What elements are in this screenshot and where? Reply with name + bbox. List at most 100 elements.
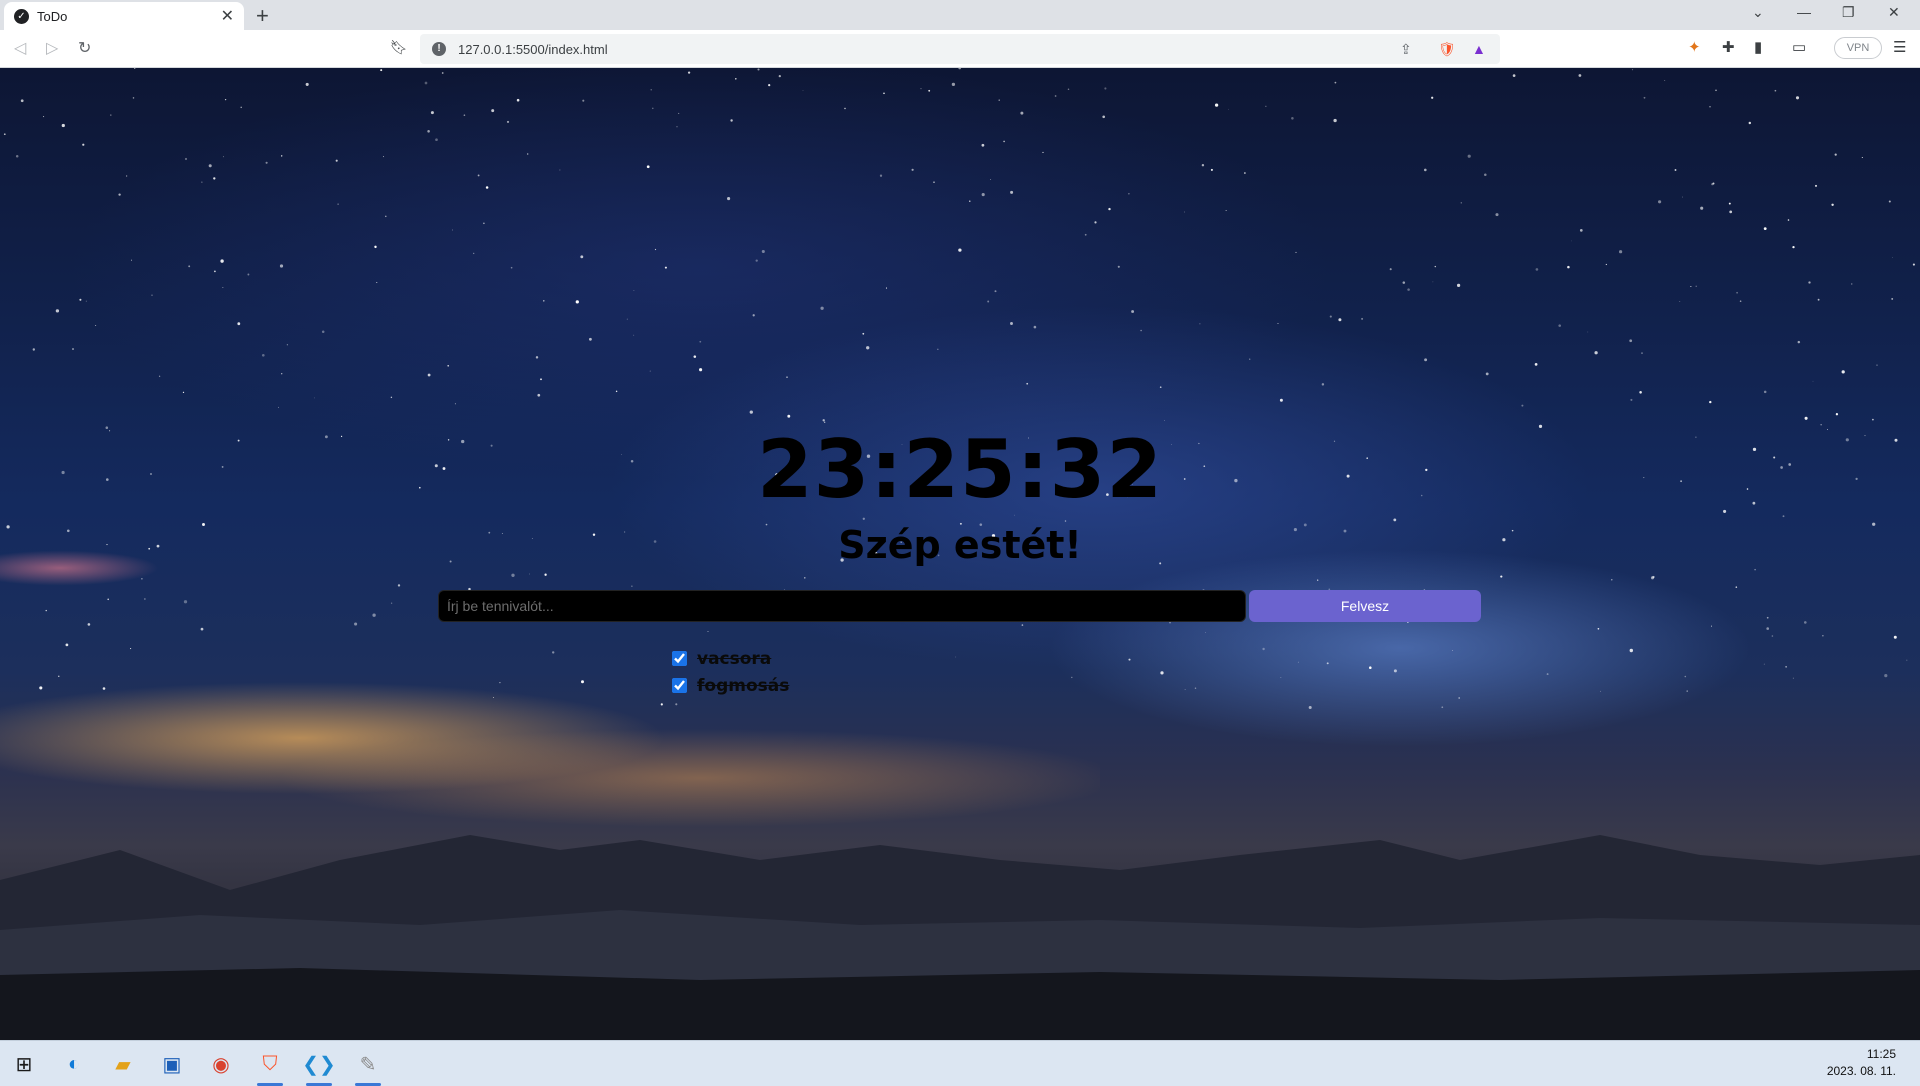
star: [885, 287, 888, 289]
store-icon[interactable]: ▣: [156, 1048, 188, 1080]
star: [1876, 364, 1878, 366]
star: [510, 266, 513, 269]
system-clock[interactable]: 11:25 2023. 08. 11.: [1827, 1046, 1896, 1080]
vscode-icon[interactable]: ❮❯: [302, 1048, 336, 1086]
star: [1629, 648, 1634, 653]
paint-icon[interactable]: ✎: [352, 1048, 384, 1086]
star: [1728, 202, 1731, 205]
star: [1792, 245, 1795, 249]
star: [1117, 265, 1120, 268]
bookmark-icon[interactable]: 🔖︎: [390, 39, 408, 56]
star: [755, 259, 758, 262]
star: [1797, 340, 1801, 344]
star: [1064, 520, 1067, 522]
brave-icon[interactable]: ⛉: [254, 1048, 286, 1086]
star: [132, 97, 135, 99]
star: [1639, 391, 1642, 394]
sidebar-icon[interactable]: ▮: [1754, 38, 1762, 56]
star: [862, 517, 865, 520]
star: [1003, 140, 1005, 143]
star: [385, 215, 387, 218]
todo-checkbox[interactable]: [672, 678, 687, 693]
list-item: vacsora: [672, 645, 789, 672]
star: [1884, 674, 1888, 678]
star: [1763, 663, 1765, 665]
star: [1629, 339, 1633, 343]
star: [1766, 616, 1769, 619]
star: [1334, 81, 1337, 84]
minimize-button[interactable]: —: [1797, 4, 1811, 20]
windows-start-icon[interactable]: ⊞: [8, 1048, 40, 1080]
star: [1402, 281, 1406, 284]
chrome-icon[interactable]: ◉: [205, 1048, 237, 1080]
star: [483, 222, 485, 225]
star: [1735, 586, 1738, 588]
star: [1546, 673, 1549, 676]
star: [473, 252, 475, 255]
star: [1835, 413, 1839, 416]
star: [1594, 351, 1598, 355]
star: [1160, 671, 1164, 675]
edge-icon[interactable]: ◐: [58, 1048, 90, 1080]
wallet-icon[interactable]: ▭: [1792, 38, 1806, 56]
star: [543, 300, 545, 302]
vpn-button[interactable]: VPN: [1834, 37, 1882, 59]
star: [1632, 69, 1634, 71]
star: [699, 368, 703, 372]
star: [1140, 329, 1142, 332]
close-window-button[interactable]: ✕: [1888, 4, 1900, 21]
star: [652, 107, 654, 110]
list-item: fogmosás: [672, 672, 789, 699]
todo-input[interactable]: [438, 590, 1246, 622]
star: [633, 290, 635, 291]
file-explorer-icon[interactable]: ▰: [107, 1048, 139, 1080]
star: [920, 87, 922, 90]
metamask-icon[interactable]: ✦: [1688, 38, 1701, 56]
info-icon[interactable]: !: [432, 42, 446, 56]
todo-checkbox[interactable]: [672, 651, 687, 666]
star: [130, 259, 133, 261]
star: [1785, 666, 1787, 668]
menu-icon[interactable]: ☰: [1893, 38, 1906, 56]
star: [1817, 298, 1820, 301]
star: [786, 376, 788, 378]
star: [208, 164, 212, 168]
reload-icon[interactable]: ↻: [78, 38, 91, 58]
star: [699, 340, 702, 343]
brave-rewards-icon[interactable]: ▲: [1472, 41, 1486, 57]
star: [1709, 106, 1711, 108]
add-todo-button[interactable]: Felvesz: [1249, 590, 1481, 622]
star: [463, 114, 466, 116]
star: [1812, 380, 1814, 382]
star: [787, 414, 791, 418]
restore-button[interactable]: ❐: [1842, 4, 1855, 21]
todo-text: vacsora: [697, 648, 772, 669]
star: [1792, 677, 1794, 679]
star: [958, 68, 961, 70]
tab-todo[interactable]: ✓ ToDo ✕: [4, 2, 244, 30]
star: [1795, 96, 1800, 100]
new-tab-button[interactable]: +: [256, 3, 269, 29]
star: [951, 82, 956, 87]
star: [1199, 323, 1201, 325]
extensions-puzzle-icon[interactable]: ✚: [1722, 38, 1735, 56]
star: [1695, 285, 1697, 287]
tab-search-icon[interactable]: ⌄: [1752, 4, 1764, 21]
address-bar[interactable]: ! ⇪ 🛡︎ ▲: [420, 34, 1500, 64]
back-arrow-icon[interactable]: ◁: [14, 38, 26, 58]
star: [1407, 288, 1410, 291]
star: [1184, 211, 1185, 213]
star: [998, 99, 1000, 101]
star: [1822, 635, 1824, 637]
star: [286, 344, 289, 346]
brave-shields-icon[interactable]: 🛡︎: [1438, 41, 1456, 58]
star: [200, 627, 204, 631]
star: [1329, 315, 1332, 318]
close-tab-icon[interactable]: ✕: [221, 6, 234, 26]
url-input[interactable]: [458, 41, 1258, 57]
check-circle-icon: ✓: [14, 8, 29, 24]
share-icon[interactable]: ⇪: [1400, 41, 1412, 58]
forward-arrow-icon[interactable]: ▷: [46, 38, 58, 58]
star: [390, 396, 393, 399]
star: [615, 390, 618, 393]
